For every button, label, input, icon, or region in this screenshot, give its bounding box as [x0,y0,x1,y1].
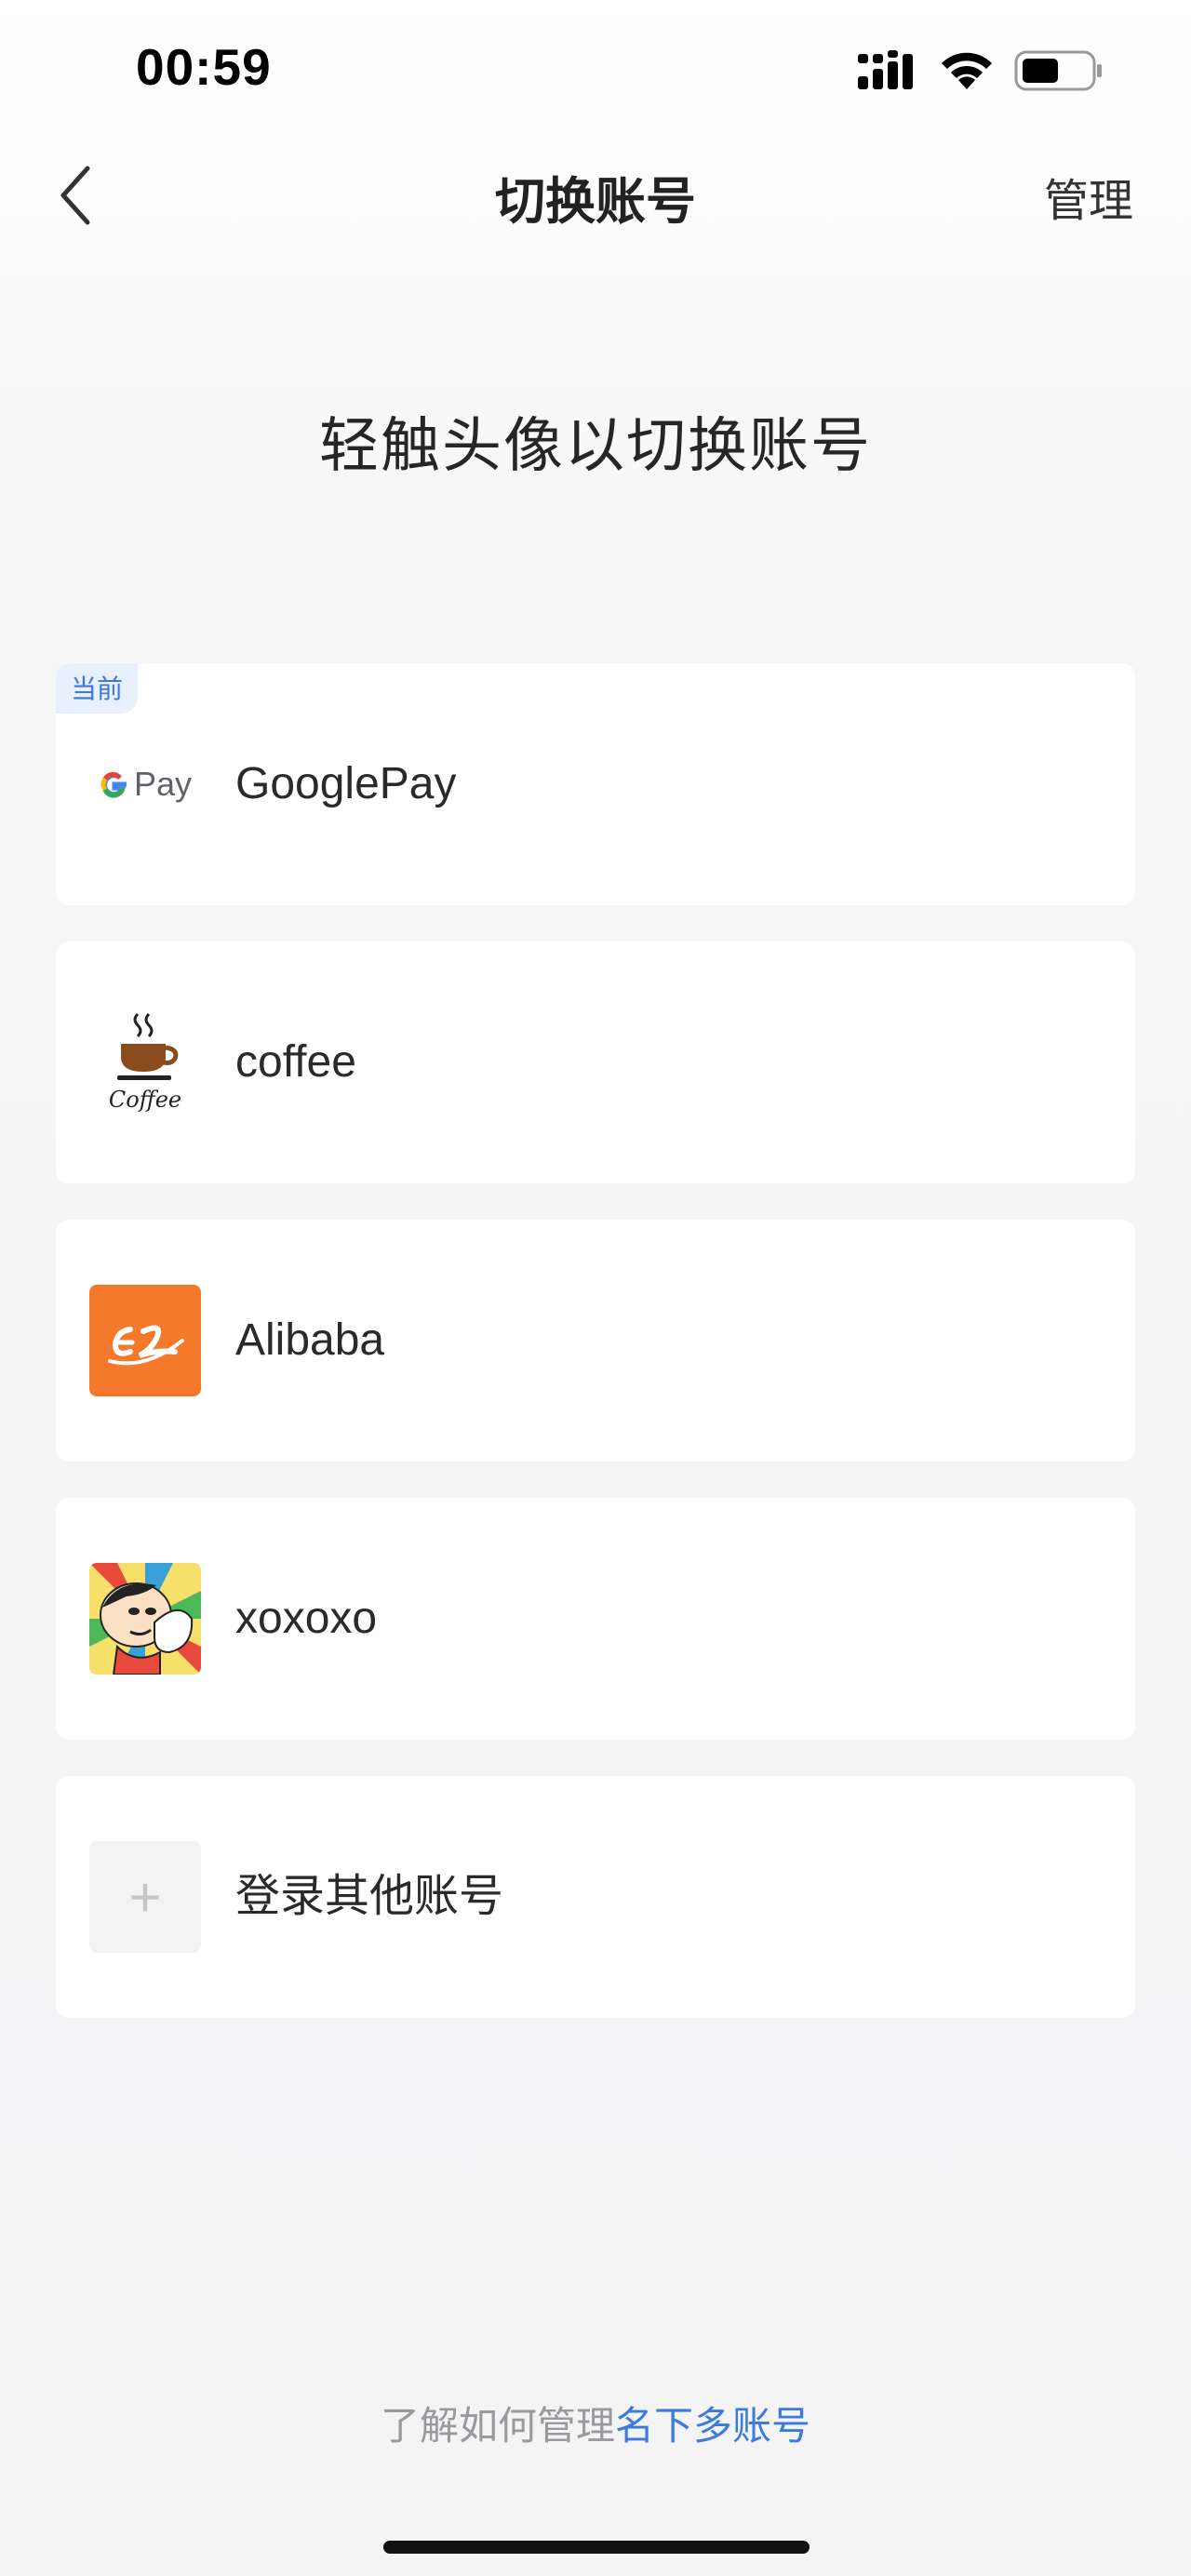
alibaba-logo-graphic [108,1325,184,1366]
status-time: 00:59 [136,38,272,96]
account-name: Alibaba [235,1315,385,1365]
account-card-coffee[interactable]: Coffee coffee [56,941,1135,1183]
battery-icon [1014,50,1102,91]
wifi-icon [942,52,992,89]
switch-account-hint: 轻触头像以切换账号 [319,412,872,479]
page-title: 切换账号 [495,174,696,230]
gpay-pay-text: Pay [133,765,193,803]
status-bar: 00:59 [0,0,1191,140]
manage-button[interactable]: 管理 [1044,164,1133,229]
nav-bar: 切换账号 管理 [0,140,1191,251]
multi-account-help-link[interactable]: 名下多账号 [615,2404,810,2448]
coffee-logo-text: Coffee [108,1087,182,1113]
back-button[interactable] [45,158,104,233]
account-card-xoxoxo[interactable]: xoxoxo [56,1498,1135,1740]
add-account-button[interactable]: + 登录其他账号 [56,1776,1135,2018]
account-card-alibaba[interactable]: Alibaba [56,1220,1135,1462]
account-name: coffee [235,1037,356,1087]
add-account-label: 登录其他账号 [235,1872,504,1921]
plus-icon[interactable]: + [89,1841,201,1953]
account-card-googlepay[interactable]: 当前 Pay GooglePay [56,663,1135,905]
google-g-icon [100,771,127,798]
cellular-signal-icon [858,50,913,89]
coffee-cup-icon[interactable]: Coffee [89,1007,201,1118]
google-pay-logo-icon[interactable]: Pay [89,728,201,840]
footer-help-prefix: 了解如何管理 [380,2404,615,2448]
footer-help: 了解如何管理名下多账号 [0,2395,1191,2451]
account-name: GooglePay [235,759,457,808]
chevron-left-icon [60,166,90,225]
cartoon-avatar-graphic [89,1563,201,1675]
home-indicator[interactable] [383,2541,810,2554]
current-badge: 当前 [56,663,139,714]
account-name: xoxoxo [235,1594,378,1643]
cartoon-avatar-icon[interactable] [89,1563,201,1675]
alibaba-logo-icon[interactable] [89,1285,201,1396]
account-list: 当前 Pay GooglePay Coffee coffee Alibaba x… [56,663,1135,2054]
